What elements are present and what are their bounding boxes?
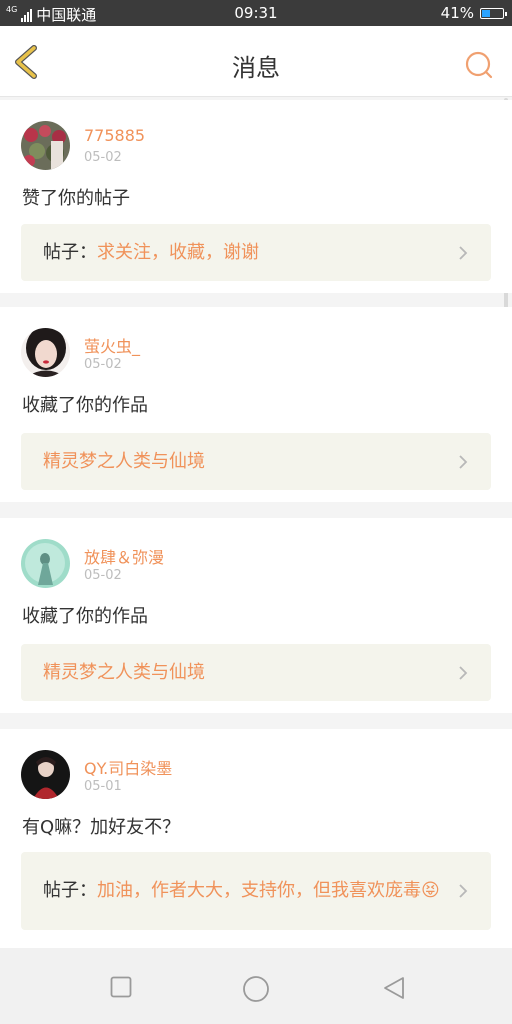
message-item[interactable]: 775885 05-02 赞了你的帖子 帖子： 求关注，收藏，谢谢	[0, 100, 512, 293]
square-icon	[110, 976, 132, 998]
navigation-bar	[0, 948, 512, 1024]
home-button[interactable]	[242, 975, 270, 1007]
status-time: 09:31	[234, 4, 278, 22]
message-date: 05-02	[84, 150, 122, 165]
message-item[interactable]: QY.司白染墨 05-01 有Q嘛？加好友不？ 帖子：加油，作者大大，支持你，但…	[0, 729, 512, 948]
status-right: 41%	[440, 4, 507, 22]
battery-icon	[480, 7, 507, 19]
username[interactable]: QY.司白染墨	[84, 755, 172, 779]
username[interactable]: 萤火虫_	[84, 333, 140, 357]
chevron-right-icon	[459, 884, 468, 898]
search-button[interactable]	[464, 50, 494, 80]
quote-label: 帖子：	[43, 880, 97, 901]
username[interactable]: 775885	[84, 126, 145, 145]
quote-text: 求关注，收藏，谢谢	[97, 241, 259, 263]
quote-label: 帖子：	[43, 241, 97, 263]
circle-icon	[243, 976, 269, 1002]
search-icon	[465, 51, 493, 79]
message-date: 05-02	[84, 568, 122, 583]
message-text: 有Q嘛？加好友不？	[22, 817, 181, 838]
avatar[interactable]	[21, 750, 70, 799]
quote-text: 精灵梦之人类与仙境	[43, 661, 205, 683]
chevron-right-icon	[459, 454, 468, 469]
message-text: 赞了你的帖子	[22, 188, 130, 209]
message-text: 收藏了你的作品	[22, 606, 148, 627]
quote-text: 精灵梦之人类与仙境	[43, 450, 205, 472]
message-date: 05-02	[84, 357, 122, 372]
quoted-post[interactable]: 帖子： 求关注，收藏，谢谢	[21, 224, 491, 281]
quoted-post[interactable]: 精灵梦之人类与仙境	[21, 433, 491, 490]
quote-content: 帖子：加油，作者大大，支持你，但我喜欢庞毒😝	[43, 878, 440, 904]
triangle-back-icon	[384, 977, 404, 999]
battery-percent: 41%	[440, 4, 474, 22]
username[interactable]: 放肆＆弥漫	[84, 544, 164, 568]
message-item[interactable]: 萤火虫_ 05-02 收藏了你的作品 精灵梦之人类与仙境	[0, 307, 512, 502]
avatar[interactable]	[21, 328, 70, 377]
quote-text: 加油，作者大大，支持你，但我喜欢庞毒😝	[97, 880, 440, 901]
page-title: 消息	[232, 54, 280, 82]
avatar[interactable]	[21, 121, 70, 170]
chevron-right-icon	[459, 245, 468, 260]
quoted-post[interactable]: 精灵梦之人类与仙境	[21, 644, 491, 701]
avatar[interactable]	[21, 539, 70, 588]
system-back-button[interactable]	[382, 976, 406, 1004]
status-bar: 4G 中国联通 09:31 41%	[0, 0, 512, 26]
app-header: 消息	[0, 26, 512, 97]
message-text: 收藏了你的作品	[22, 395, 148, 416]
chevron-right-icon	[459, 665, 468, 680]
recents-button[interactable]	[110, 976, 132, 1002]
message-date: 05-01	[84, 779, 122, 794]
quoted-post[interactable]: 帖子：加油，作者大大，支持你，但我喜欢庞毒😝	[21, 852, 491, 930]
message-item[interactable]: 放肆＆弥漫 05-02 收藏了你的作品 精灵梦之人类与仙境	[0, 518, 512, 713]
